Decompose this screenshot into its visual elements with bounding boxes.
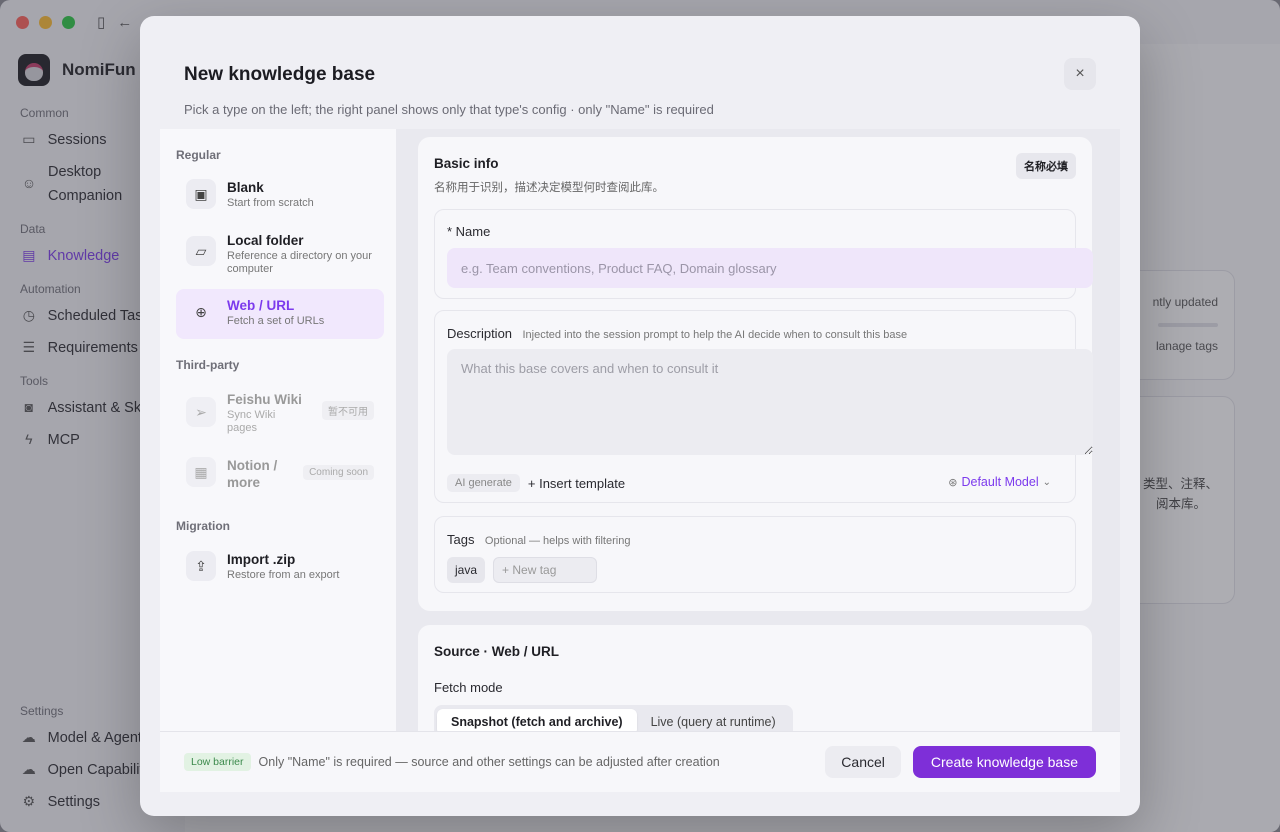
upload-icon: ⇪	[186, 551, 216, 581]
close-icon: ×	[1075, 65, 1085, 82]
type-notion-more: ▦ Notion / more Coming soon	[176, 449, 384, 497]
dialog-subtitle: Pick a type on the left; the right panel…	[184, 102, 714, 117]
dialog-footer: Low barrier Only "Name" is required — so…	[160, 731, 1120, 792]
fetch-mode-label: Fetch mode	[434, 680, 503, 695]
grid-icon: ▦	[186, 457, 216, 487]
model-selector[interactable]: ⊛ Default Model ⌄	[948, 475, 1051, 489]
folder-icon: ▱	[186, 236, 216, 266]
name-label: * Name	[447, 224, 491, 239]
ai-generate-button[interactable]: AI generate	[447, 474, 520, 492]
description-textarea[interactable]	[447, 349, 1093, 455]
low-barrier-badge: Low barrier	[184, 753, 251, 771]
source-card: Source · Web / URL Fetch mode Snapshot (…	[418, 625, 1092, 731]
fetch-mode-toggle: Snapshot (fetch and archive) Live (query…	[434, 705, 793, 731]
description-hint: Injected into the session prompt to help…	[522, 329, 908, 341]
basic-info-card: Basic info 名称必填 名称用于识别，描述决定模型何时查阅此库。 * N…	[418, 137, 1093, 611]
source-title: Source · Web / URL	[434, 644, 560, 659]
model-icon: ⊛	[948, 476, 958, 489]
insert-template-button[interactable]: + Insert template	[528, 476, 625, 491]
section-third-party: Third-party	[176, 358, 240, 372]
tag-chip[interactable]: java	[447, 557, 486, 583]
create-knowledge-base-button[interactable]: Create knowledge base	[912, 746, 1096, 778]
new-knowledge-base-dialog: New knowledge base Pick a type on the le…	[140, 16, 1140, 816]
name-input[interactable]	[447, 248, 1093, 288]
basic-info-title: Basic info	[434, 156, 499, 171]
dialog-title: New knowledge base	[184, 64, 376, 85]
coming-soon-badge: Coming soon	[303, 465, 374, 480]
type-local-folder[interactable]: ▱ Local folder Reference a directory on …	[176, 224, 384, 280]
name-field-group: * Name	[434, 209, 1093, 299]
dialog-header: New knowledge base Pick a type on the le…	[184, 64, 714, 117]
close-dialog-button[interactable]: ×	[1064, 58, 1096, 90]
section-regular: Regular	[176, 148, 221, 162]
name-required-badge: 名称必填	[1016, 153, 1076, 179]
notebook-icon: ▣	[186, 179, 216, 209]
fetch-mode-live[interactable]: Live (query at runtime)	[637, 709, 790, 731]
new-tag-input[interactable]	[493, 557, 598, 583]
globe-icon: ⊕	[195, 303, 207, 320]
tags-field-group: Tags Optional — helps with filtering jav…	[434, 516, 1076, 593]
type-feishu-wiki: ➢ Feishu Wiki Sync Wiki pages 暂不可用	[176, 383, 384, 439]
paper-plane-icon: ➢	[186, 397, 216, 427]
section-migration: Migration	[176, 519, 230, 533]
type-blank[interactable]: ▣ Blank Start from scratch	[176, 171, 384, 215]
basic-info-subtitle: 名称用于识别，描述决定模型何时查阅此库。	[434, 182, 664, 194]
type-import-zip[interactable]: ⇪ Import .zip Restore from an export	[176, 543, 384, 587]
type-web-url[interactable]: ⊕ Web / URL Fetch a set of URLs	[176, 289, 384, 339]
cancel-button[interactable]: Cancel	[825, 746, 901, 778]
footer-note: Only "Name" is required — source and oth…	[258, 755, 720, 769]
description-label: Description	[447, 326, 513, 341]
config-panel[interactable]: Basic info 名称必填 名称用于识别，描述决定模型何时查阅此库。 * N…	[396, 129, 1120, 731]
fetch-mode-snapshot[interactable]: Snapshot (fetch and archive)	[437, 709, 637, 731]
tags-hint: Optional — helps with filtering	[484, 535, 631, 547]
unavailable-badge: 暂不可用	[322, 401, 374, 420]
tags-label: Tags	[447, 532, 475, 547]
description-field-group: Description Injected into the session pr…	[434, 310, 1093, 503]
chevron-down-icon: ⌄	[1042, 476, 1051, 488]
type-picker: Regular ▣ Blank Start from scratch ▱ Loc…	[160, 129, 396, 731]
